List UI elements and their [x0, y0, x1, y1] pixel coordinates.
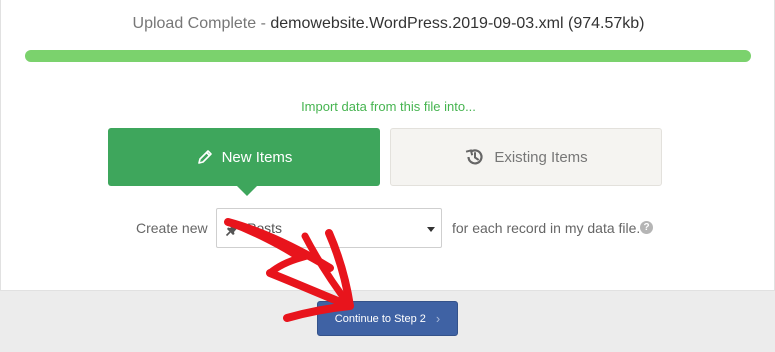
post-type-value: Posts — [247, 220, 283, 236]
existing-items-option[interactable]: Existing Items — [390, 128, 662, 186]
upload-progress-fill — [25, 50, 751, 62]
upload-status-separator: - — [256, 15, 271, 32]
pin-icon — [225, 221, 241, 242]
upload-panel: Upload Complete - demowebsite.WordPress.… — [0, 0, 775, 291]
uploaded-file-size: (974.57kb) — [567, 15, 645, 32]
question-icon[interactable]: ? — [640, 221, 653, 234]
continue-to-step-2-button[interactable]: Continue to Step 2 › — [317, 301, 458, 336]
pencil-icon — [197, 150, 212, 164]
create-new-suffix: for each record in my data file. — [452, 220, 641, 236]
uploaded-filename: demowebsite.WordPress.2019-09-03.xml — [270, 15, 564, 32]
selected-pointer — [237, 186, 257, 196]
create-new-row: Create new Posts for each record in my d… — [1, 208, 775, 248]
existing-items-label: Existing Items — [494, 148, 588, 166]
chevron-down-icon — [427, 227, 435, 232]
chevron-right-icon: › — [435, 311, 441, 326]
new-items-option[interactable]: New Items — [108, 128, 380, 196]
upload-progress-bar — [25, 50, 751, 62]
new-items-label: New Items — [221, 148, 293, 166]
import-prompt: Import data from this file into... — [301, 99, 476, 114]
create-new-label: Create new — [136, 220, 208, 236]
upload-status: Upload Complete - demowebsite.WordPress.… — [1, 15, 775, 33]
history-icon — [466, 149, 483, 165]
continue-button-label: Continue to Step 2 — [334, 312, 426, 325]
post-type-select[interactable]: Posts — [216, 208, 442, 248]
upload-status-label: Upload Complete — [132, 15, 257, 32]
